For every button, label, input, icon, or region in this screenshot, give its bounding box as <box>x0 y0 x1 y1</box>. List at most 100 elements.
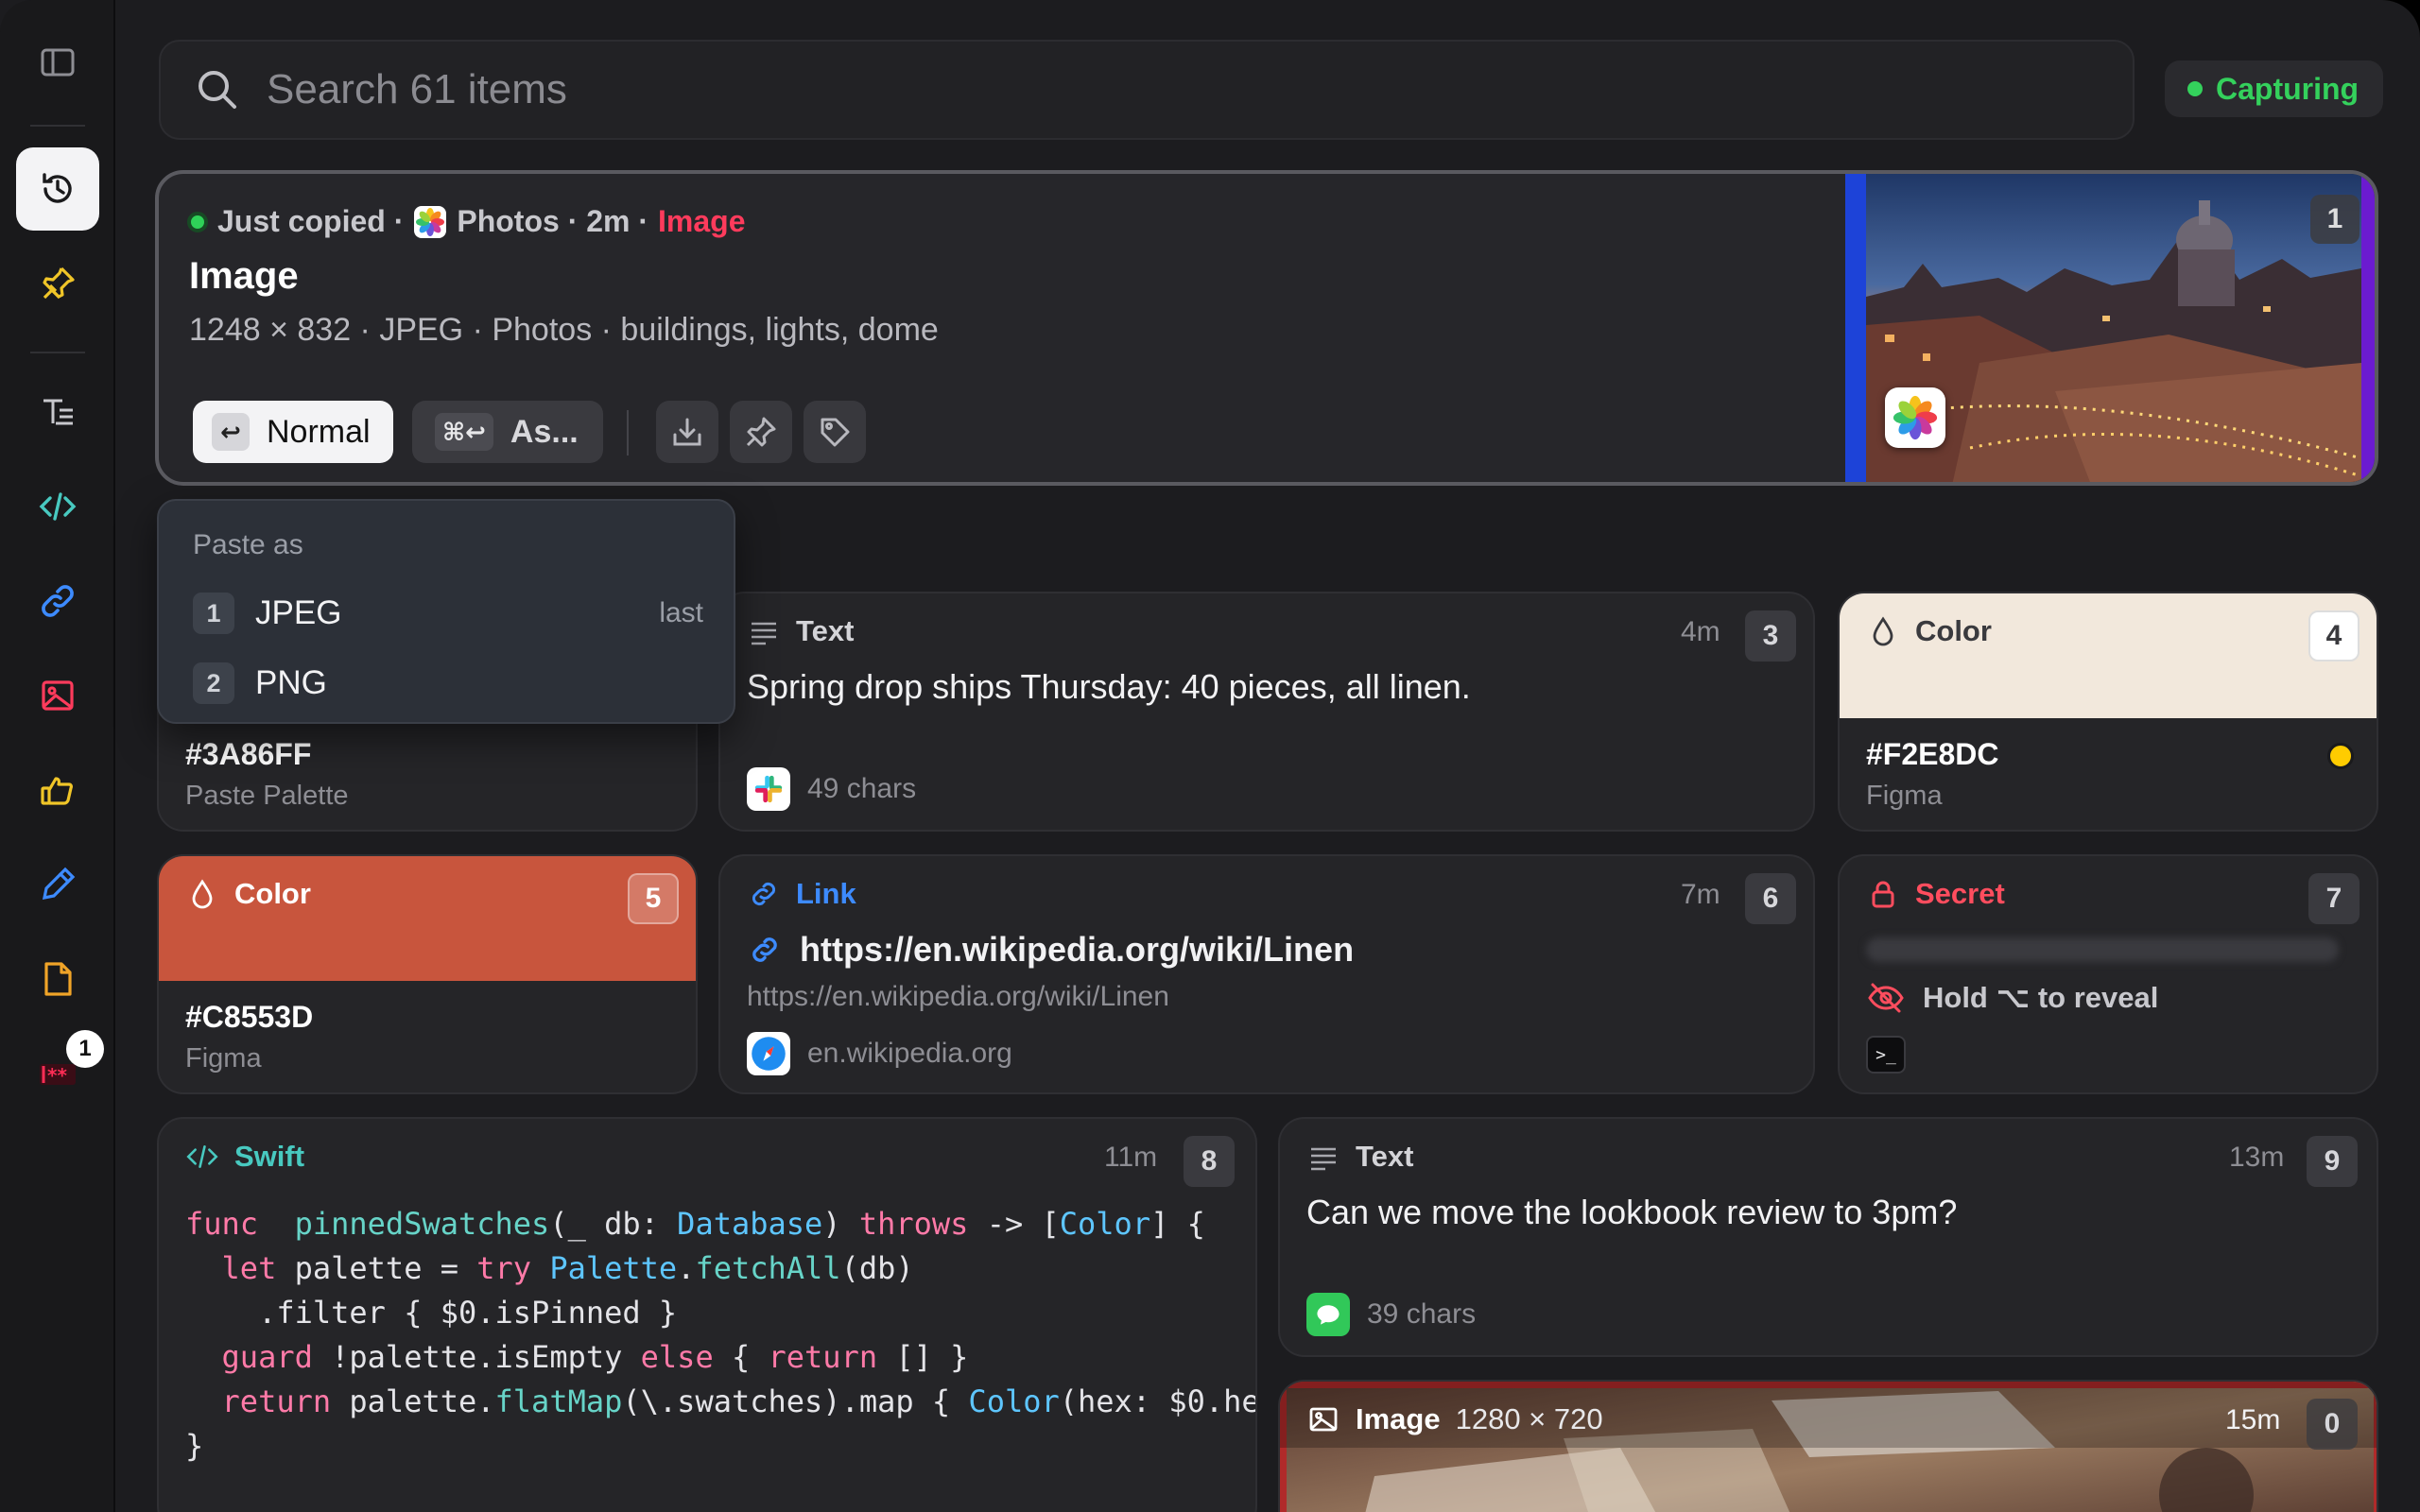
card-type: Image 1280 × 720 <box>1306 1402 1603 1436</box>
paste-normal-button[interactable]: ↩ Normal <box>193 401 393 463</box>
color-card-f2e8dc[interactable]: Color 4 #F2E8DC Figma <box>1838 592 2378 832</box>
card-footer: en.wikipedia.org <box>747 1032 1012 1075</box>
download-icon <box>673 418 701 446</box>
code-line: func pinnedSwatches(_ db: Database) thro… <box>185 1206 1205 1242</box>
card-type-label: Text <box>1356 1140 1414 1173</box>
pin-icon <box>746 417 776 447</box>
card-time: 13m <box>2229 1142 2285 1173</box>
card-type-label: Color <box>1915 614 1992 647</box>
card-number-badge: 6 <box>1745 873 1796 924</box>
search-bar[interactable] <box>159 40 2135 140</box>
color-source: Figma <box>185 1043 262 1074</box>
link-url: https://en.wikipedia.org/wiki/Linen <box>747 981 1169 1012</box>
menu-item-label: PNG <box>255 664 327 701</box>
sidebar-item-links[interactable] <box>16 559 99 643</box>
just-copied-dot <box>187 211 208 232</box>
paste-as-jpeg[interactable]: 1 JPEG last <box>193 587 703 640</box>
text-card[interactable]: Text 4m 3 Spring drop ships Thursday: 40… <box>718 592 1815 832</box>
image-size: 1280 × 720 <box>1455 1402 1603 1435</box>
status-dot <box>2187 81 2203 96</box>
card-type: Text <box>747 614 854 648</box>
paste-normal-label: Normal <box>267 413 371 450</box>
card-type-label: Text <box>796 614 855 647</box>
text-icon <box>1311 1147 1336 1171</box>
tag-icon <box>821 418 850 447</box>
card-type: Swift <box>185 1140 304 1174</box>
color-source: Paste Palette <box>185 781 349 811</box>
card-type: Secret <box>1866 877 2005 911</box>
card-text: Spring drop ships Thursday: 40 pieces, a… <box>747 667 1471 706</box>
color-swatch <box>159 856 696 981</box>
search-icon <box>199 71 236 109</box>
paste-as-menu: Paste as 1 JPEG last 2 PNG <box>157 499 735 724</box>
capturing-status-badge[interactable]: Capturing <box>2165 60 2384 117</box>
card-type: Color <box>1866 614 1992 648</box>
card-time: 7m <box>1681 879 1720 910</box>
tag-button[interactable] <box>804 401 866 463</box>
card-char-count: 49 chars <box>807 773 917 804</box>
card-type: Color <box>185 877 311 911</box>
card-number-badge: 9 <box>2307 1136 2358 1187</box>
card-time: 4m <box>1681 616 1720 647</box>
toolbar-divider <box>627 410 629 455</box>
hero-description: 1248 × 832 · JPEG · Photos · buildings, … <box>189 312 939 348</box>
code-line: .filter { $0.isPinned } <box>185 1295 678 1331</box>
sidebar-item-code[interactable] <box>16 465 99 548</box>
sidebar-item-history[interactable] <box>16 147 99 231</box>
return-key-hint: ↩ <box>212 413 250 451</box>
color-card-c8553d[interactable]: Color 5 #C8553D Figma <box>157 854 698 1094</box>
color-swatch <box>1840 593 2377 718</box>
reveal-hint-row: Hold ⌥ to reveal <box>1866 981 2158 1015</box>
sidebar-item-colors[interactable] <box>16 843 99 926</box>
card-type-label: Secret <box>1915 877 2005 910</box>
link-card[interactable]: Link 7m 6 https://en.wikipedia.org/wiki/… <box>718 854 1815 1094</box>
card-number-badge: 3 <box>1745 610 1796 662</box>
sidebar-item-text[interactable] <box>16 370 99 454</box>
app-window: ** 1 Capturing Just copied · <box>0 0 2420 1512</box>
card-type-label: Color <box>234 877 311 910</box>
code-line: let palette = try Palette.fetchAll(db) <box>221 1250 914 1286</box>
save-button[interactable] <box>656 401 718 463</box>
sidebar-badge: 1 <box>66 1030 104 1068</box>
card-number-badge: 8 <box>1184 1136 1235 1187</box>
paste-as-button[interactable]: ⌘↩ As... <box>412 401 603 463</box>
sidebar-item-files[interactable] <box>16 937 99 1021</box>
card-text: Can we move the lookbook review to 3pm? <box>1306 1193 1958 1231</box>
hero-meta: Just copied · Photos · 2m · Image <box>187 204 746 239</box>
hero-meta-app: Photos · 2m · <box>457 204 649 238</box>
secret-card[interactable]: Secret 7 Hold ⌥ to reveal >_ <box>1838 854 2378 1094</box>
image-thumbnail <box>1280 1382 2377 1512</box>
card-char-count: 39 chars <box>1367 1298 1477 1330</box>
paste-menu-title: Paste as <box>193 529 303 560</box>
photos-icon <box>1893 395 1938 440</box>
paste-as-label: As... <box>510 413 579 450</box>
card-number-badge: 4 <box>2308 610 2360 662</box>
sidebar-item-images[interactable] <box>16 654 99 737</box>
menu-item-note: last <box>659 597 703 628</box>
search-input[interactable] <box>267 66 2063 113</box>
code-line: return palette.flatMap(\.swatches).map {… <box>221 1383 1257 1419</box>
card-type-label: Swift <box>234 1140 305 1173</box>
svg-text:**: ** <box>47 1064 67 1087</box>
image-card[interactable]: Image 1280 × 720 15m 0 <box>1278 1380 2378 1512</box>
card-number-badge: 0 <box>2307 1399 2358 1450</box>
code-card[interactable]: Swift 11m 8 func pinnedSwatches(_ db: Da… <box>157 1117 1257 1512</box>
redacted-secret <box>1866 937 2339 962</box>
latest-clip-card[interactable]: Just copied · Photos · 2m · Image Image … <box>155 170 2378 486</box>
sidebar-item-pinned[interactable] <box>16 242 99 325</box>
card-type-label: Image <box>1356 1402 1441 1435</box>
sidebar-item-favorites[interactable] <box>16 748 99 832</box>
droplet-icon <box>192 879 213 909</box>
link-domain: en.wikipedia.org <box>807 1038 1012 1069</box>
hero-title: Image <box>189 255 299 297</box>
pin-button[interactable] <box>730 401 792 463</box>
paste-as-png[interactable]: 2 PNG <box>193 657 703 710</box>
text-card-2[interactable]: Text 13m 9 Can we move the lookbook revi… <box>1278 1117 2378 1357</box>
menu-key-hint: 1 <box>193 593 234 634</box>
slack-icon <box>747 767 790 811</box>
droplet-icon <box>1873 616 1893 646</box>
messages-icon <box>1306 1293 1350 1336</box>
sidebar-toggle-icon[interactable] <box>16 21 99 104</box>
figma-app-dot <box>2327 743 2354 769</box>
link-title: https://en.wikipedia.org/wiki/Linen <box>800 930 1355 969</box>
